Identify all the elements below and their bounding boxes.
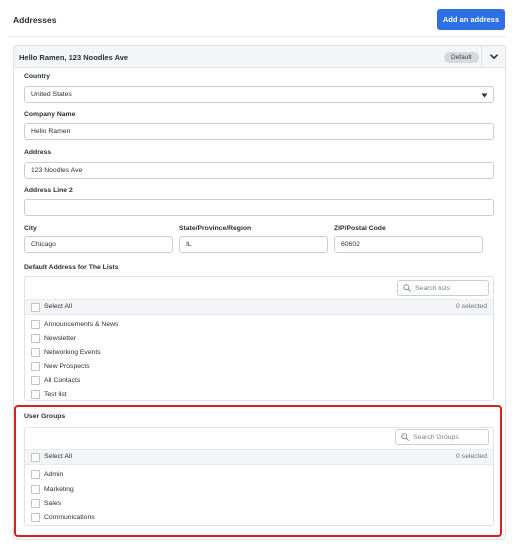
- list-item[interactable]: Networking Events: [44, 349, 101, 356]
- search-icon: [403, 284, 411, 292]
- company-field[interactable]: Hello Ramen: [24, 123, 494, 140]
- state-field[interactable]: IL: [179, 236, 328, 253]
- default-badge: Default: [444, 52, 479, 63]
- list-checkbox[interactable]: [31, 390, 40, 399]
- company-value: Hello Ramen: [31, 128, 71, 135]
- lists-select-all-row[interactable]: [25, 299, 493, 315]
- caret-down-icon: [481, 93, 488, 98]
- address-field[interactable]: 123 Noodles Ave: [24, 162, 494, 179]
- lists-search-placeholder: Search lists: [415, 284, 451, 292]
- list-checkbox[interactable]: [31, 320, 40, 329]
- list-item[interactable]: Announcements & News: [44, 321, 118, 328]
- city-label: City: [24, 225, 37, 232]
- lists-selected-count: 0 selected: [456, 303, 487, 310]
- list-checkbox[interactable]: [31, 376, 40, 385]
- country-value: United States: [31, 91, 72, 98]
- list-checkbox[interactable]: [31, 348, 40, 357]
- city-value: Chicago: [31, 241, 56, 248]
- state-value: IL: [186, 241, 192, 248]
- country-select[interactable]: United States: [24, 86, 494, 103]
- country-label: Country: [24, 73, 51, 80]
- add-address-button[interactable]: Add an address: [437, 9, 505, 30]
- address-label: Address: [24, 149, 52, 156]
- list-item[interactable]: Test list: [44, 391, 67, 398]
- address2-field[interactable]: [24, 199, 494, 216]
- state-label: State/Province/Region: [179, 225, 252, 232]
- city-field[interactable]: Chicago: [24, 236, 173, 253]
- zip-value: 60602: [341, 241, 360, 248]
- chevron-down-icon: [489, 54, 498, 59]
- list-checkbox[interactable]: [31, 334, 40, 343]
- lists-label: Default Address for The Lists: [24, 264, 119, 271]
- address-panel-title: Hello Ramen, 123 Noodles Ave: [19, 53, 129, 62]
- header-divider: [8, 36, 506, 37]
- collapse-button[interactable]: [482, 46, 505, 68]
- address-value: 123 Noodles Ave: [31, 167, 83, 174]
- list-item[interactable]: New Prospects: [44, 363, 90, 370]
- zip-field[interactable]: 60602: [334, 236, 483, 253]
- list-checkbox[interactable]: [31, 362, 40, 371]
- page-title: Addresses: [13, 15, 57, 25]
- user-groups-highlight: [14, 405, 502, 537]
- lists-select-all-label: Select All: [44, 303, 72, 310]
- zip-label: ZIP/Postal Code: [334, 225, 386, 232]
- lists-select-all-checkbox[interactable]: [31, 303, 40, 312]
- list-item[interactable]: All Contacts: [44, 377, 80, 384]
- list-item[interactable]: Newsletter: [44, 335, 76, 342]
- company-label: Company Name: [24, 111, 76, 118]
- lists-search-input[interactable]: Search lists: [397, 280, 489, 296]
- address2-label: Address Line 2: [24, 187, 73, 194]
